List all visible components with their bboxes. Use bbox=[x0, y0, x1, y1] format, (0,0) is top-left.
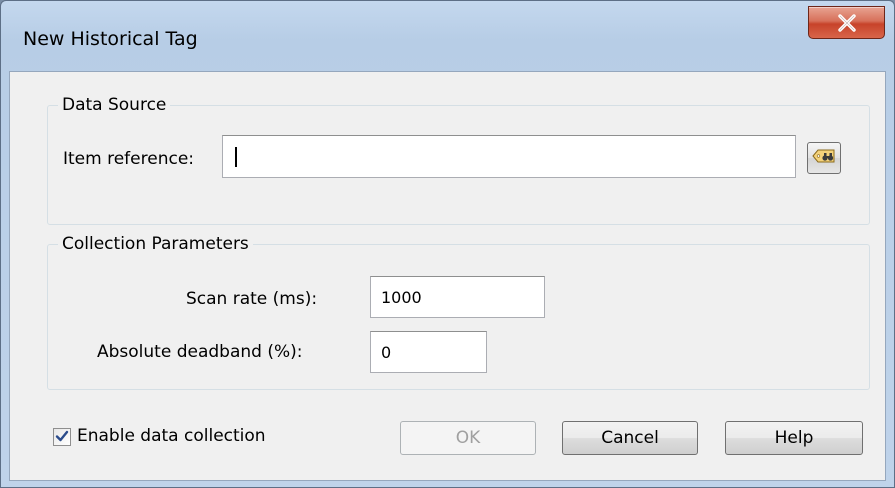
collection-parameters-legend: Collection Parameters bbox=[58, 234, 253, 254]
scan-rate-input[interactable]: 1000 bbox=[370, 276, 545, 318]
item-reference-label: Item reference: bbox=[63, 149, 195, 169]
tag-browse-icon bbox=[812, 147, 836, 169]
absolute-deadband-input[interactable]: 0 bbox=[370, 331, 487, 373]
checkmark-icon bbox=[55, 428, 69, 447]
close-icon bbox=[837, 13, 857, 32]
dialog-window: New Historical Tag Data Source Item refe… bbox=[0, 0, 895, 488]
scan-rate-label: Scan rate (ms): bbox=[186, 289, 318, 309]
close-button[interactable] bbox=[808, 6, 885, 39]
ok-button[interactable]: OK bbox=[400, 421, 536, 455]
absolute-deadband-value: 0 bbox=[381, 342, 392, 362]
enable-data-collection-label[interactable]: Enable data collection bbox=[77, 426, 266, 446]
help-button[interactable]: Help bbox=[725, 421, 863, 455]
enable-data-collection-checkbox[interactable] bbox=[53, 428, 71, 446]
window-title: New Historical Tag bbox=[23, 28, 198, 50]
dialog-client-area: Data Source Item reference: Collection P… bbox=[9, 71, 886, 481]
text-caret bbox=[235, 146, 237, 167]
data-source-legend: Data Source bbox=[58, 95, 171, 115]
absolute-deadband-label: Absolute deadband (%): bbox=[97, 342, 303, 362]
cancel-button[interactable]: Cancel bbox=[562, 421, 698, 455]
browse-tag-button[interactable] bbox=[807, 142, 841, 174]
scan-rate-value: 1000 bbox=[381, 287, 422, 307]
item-reference-input[interactable] bbox=[222, 135, 796, 178]
title-bar[interactable]: New Historical Tag bbox=[1, 1, 894, 71]
